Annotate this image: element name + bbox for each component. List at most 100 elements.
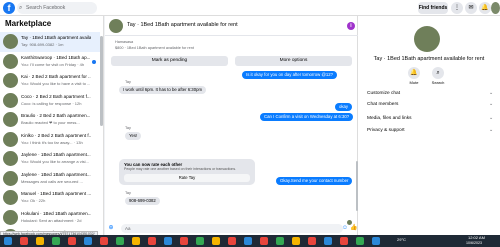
listing-thumbnail bbox=[3, 190, 18, 205]
sidebar-title: Marketplace bbox=[5, 19, 52, 28]
taskbar-app-icon[interactable] bbox=[324, 237, 332, 245]
conversation-details-panel: Tay · 1Bed 1Bath apartment available for… bbox=[358, 16, 500, 235]
conversation-item[interactable]: Braulio · 2 Bed 2 Bath apartmen... Brauli… bbox=[0, 110, 100, 130]
conversation-name: Coco · 2 Bed 2 Bath apartment f... bbox=[21, 93, 91, 99]
customize-chat-row[interactable]: Customize chat ⌄ bbox=[367, 91, 493, 96]
message-bubble: I work until 6pm. It has to be after 6:3… bbox=[119, 86, 207, 94]
emoji-icon[interactable]: ☺ bbox=[341, 224, 349, 232]
chat-avatar[interactable] bbox=[109, 19, 123, 33]
account-avatar[interactable] bbox=[491, 2, 500, 14]
conversation-item[interactable]: Coco · 2 Bed 2 Bath apartment f... Coco: … bbox=[0, 91, 100, 111]
search-icon[interactable]: ⌕ bbox=[432, 67, 444, 79]
taskbar-app-icon[interactable] bbox=[84, 237, 92, 245]
taskbar-app-icon[interactable] bbox=[212, 237, 220, 245]
taskbar-app-icon[interactable] bbox=[148, 237, 156, 245]
taskbar-app-icon[interactable] bbox=[68, 237, 76, 245]
taskbar-app-icon[interactable] bbox=[228, 237, 236, 245]
taskbar-app-icon[interactable] bbox=[52, 237, 60, 245]
mute-bell-icon[interactable]: 🔔 bbox=[408, 67, 420, 79]
clock-time[interactable]: 12:02 AM bbox=[468, 235, 485, 240]
taskbar-app-icon[interactable] bbox=[116, 237, 124, 245]
chevron-down-icon: ⌄ bbox=[488, 102, 493, 107]
rate-prompt: You can now rate each other People may r… bbox=[119, 159, 255, 185]
search-icon: ⌕ bbox=[19, 5, 23, 11]
facebook-logo-icon[interactable]: f bbox=[3, 2, 15, 14]
row-label: Media, files and links bbox=[367, 116, 412, 121]
row-label: Privacy & support bbox=[367, 128, 405, 133]
listing-thumbnail bbox=[3, 73, 18, 88]
taskbar-app-icon[interactable] bbox=[4, 237, 12, 245]
chevron-down-icon: ⌄ bbox=[488, 116, 493, 121]
taskbar-app-icon[interactable] bbox=[132, 237, 140, 245]
taskbar-app-icon[interactable] bbox=[196, 237, 204, 245]
privacy-support-row[interactable]: Privacy & support ⌄ bbox=[367, 128, 493, 133]
row-label: Chat members bbox=[367, 102, 399, 107]
listing-seller: Hamasasa bbox=[115, 40, 134, 44]
listing-thumbnail bbox=[3, 34, 18, 49]
conversation-name: Kinlko · 2 Bed 2 Bath apartment f... bbox=[21, 132, 91, 138]
search-input[interactable]: ⌕ Search Facebook bbox=[17, 2, 97, 14]
taskbar: 29°C 12:02 AM 10/6/2023 bbox=[0, 235, 500, 247]
more-options-button[interactable]: More options bbox=[235, 56, 352, 66]
conversation-item[interactable]: Manuel · 1Bed 1Bath apartment ... You: Ok… bbox=[0, 188, 100, 208]
conversation-preview: You: I think it's too far away... · 13h bbox=[21, 139, 83, 145]
taskbar-app-icon[interactable] bbox=[180, 237, 188, 245]
taskbar-app-icon[interactable] bbox=[100, 237, 108, 245]
chat-panel: Tay · 1Bed 1Bath apartment available for… bbox=[105, 16, 358, 235]
conversation-item[interactable]: KanthiSwaroop · 1Bed 1Bath ap... You: I'l… bbox=[0, 52, 100, 72]
messenger-icon[interactable]: ✉ bbox=[465, 2, 477, 14]
taskbar-app-icon[interactable] bbox=[276, 237, 284, 245]
listing-card[interactable]: Hamasasa $800 · 1Bed 1Bath apartment ava… bbox=[115, 40, 350, 54]
mark-as-pending-button[interactable]: Mark as pending bbox=[111, 56, 228, 66]
details-title: Tay · 1Bed 1Bath apartment available for… bbox=[373, 56, 485, 62]
taskbar-app-icon[interactable] bbox=[164, 237, 172, 245]
chat-members-row[interactable]: Chat members ⌄ bbox=[367, 102, 493, 107]
message-bubble: Is it okay for you on day after tomorrow… bbox=[242, 71, 337, 79]
marketplace-sidebar: Marketplace Tay · 1Bed 1Bath apartment a… bbox=[0, 16, 104, 235]
message-input[interactable]: Aa bbox=[121, 224, 343, 233]
taskbar-app-icon[interactable] bbox=[260, 237, 268, 245]
info-icon[interactable]: i bbox=[347, 22, 355, 30]
conversation-name: Manuel · 1Bed 1Bath apartment ... bbox=[21, 191, 91, 196]
taskbar-app-icon[interactable] bbox=[308, 237, 316, 245]
notifications-icon[interactable]: 🔔 bbox=[479, 2, 491, 14]
taskbar-app-icon[interactable] bbox=[340, 237, 348, 245]
conversation-item[interactable]: Hokulani · 1Bed 1Bath apartmen...Hokulan… bbox=[0, 208, 100, 228]
taskbar-app-icon[interactable] bbox=[244, 237, 252, 245]
taskbar-app-icon[interactable] bbox=[372, 237, 380, 245]
conversation-preview: You: I'll come for visit on Friday · 4h bbox=[21, 61, 85, 67]
conversation-item[interactable]: Kai · 2 Bed 2 Bath apartment for ... You:… bbox=[0, 71, 100, 91]
conversation-item[interactable]: Jaylene · 1Bed 1Bath apartment... Message… bbox=[0, 169, 100, 189]
taskbar-app-icon[interactable] bbox=[356, 237, 364, 245]
conversation-preview: Coco: is calling for response · 12h bbox=[21, 100, 82, 106]
listing-image bbox=[414, 26, 440, 52]
clock-date[interactable]: 10/6/2023 bbox=[466, 241, 482, 245]
conversation-name: Jaylene · 1Bed 1Bath apartment... bbox=[21, 152, 91, 157]
message-bubble: Can I Confirm a visit on Wednesday at 6:… bbox=[260, 113, 354, 121]
sidebar-scrollbar[interactable] bbox=[100, 36, 103, 126]
menu-grid-icon[interactable]: ⋮ bbox=[451, 2, 463, 14]
like-icon[interactable]: 👍 bbox=[350, 224, 358, 232]
media-files-links-row[interactable]: Media, files and links ⌄ bbox=[367, 116, 493, 121]
conversation-item[interactable]: Tay · 1Bed 1Bath apartment available f..… bbox=[0, 32, 100, 52]
sender-name: Tay bbox=[125, 191, 131, 195]
find-friends-button[interactable]: Find friends bbox=[418, 2, 448, 14]
conversation-item[interactable]: Jaylene · 1Bed 1Bath apartment... You: Wo… bbox=[0, 149, 100, 169]
sender-name: Tay bbox=[125, 126, 131, 130]
listing-thumbnail bbox=[3, 151, 18, 166]
listing-thumbnail bbox=[3, 209, 18, 225]
conversation-preview: You: Would you like to arrange a visi... bbox=[21, 159, 89, 164]
weather-temp[interactable]: 29°C bbox=[397, 237, 406, 242]
taskbar-app-icon[interactable] bbox=[292, 237, 300, 245]
plus-icon[interactable]: ⊕ bbox=[107, 224, 115, 232]
taskbar-app-icon[interactable] bbox=[36, 237, 44, 245]
conversation-item[interactable]: Kinlko · 2 Bed 2 Bath apartment f... You:… bbox=[0, 130, 100, 150]
conversation-preview: You: Ok · 22h bbox=[21, 198, 46, 203]
rate-button[interactable]: Rate Tay bbox=[124, 174, 250, 182]
message-bubble: okay bbox=[335, 103, 353, 111]
chat-title[interactable]: Tay · 1Bed 1Bath apartment available for… bbox=[127, 22, 238, 28]
conversation-list: Tay · 1Bed 1Bath apartment available f..… bbox=[0, 32, 100, 235]
taskbar-app-icon[interactable] bbox=[20, 237, 28, 245]
chevron-down-icon: ⌄ bbox=[488, 91, 493, 96]
listing-details: $800 · 1Bed 1Bath apartment available fo… bbox=[115, 46, 194, 50]
